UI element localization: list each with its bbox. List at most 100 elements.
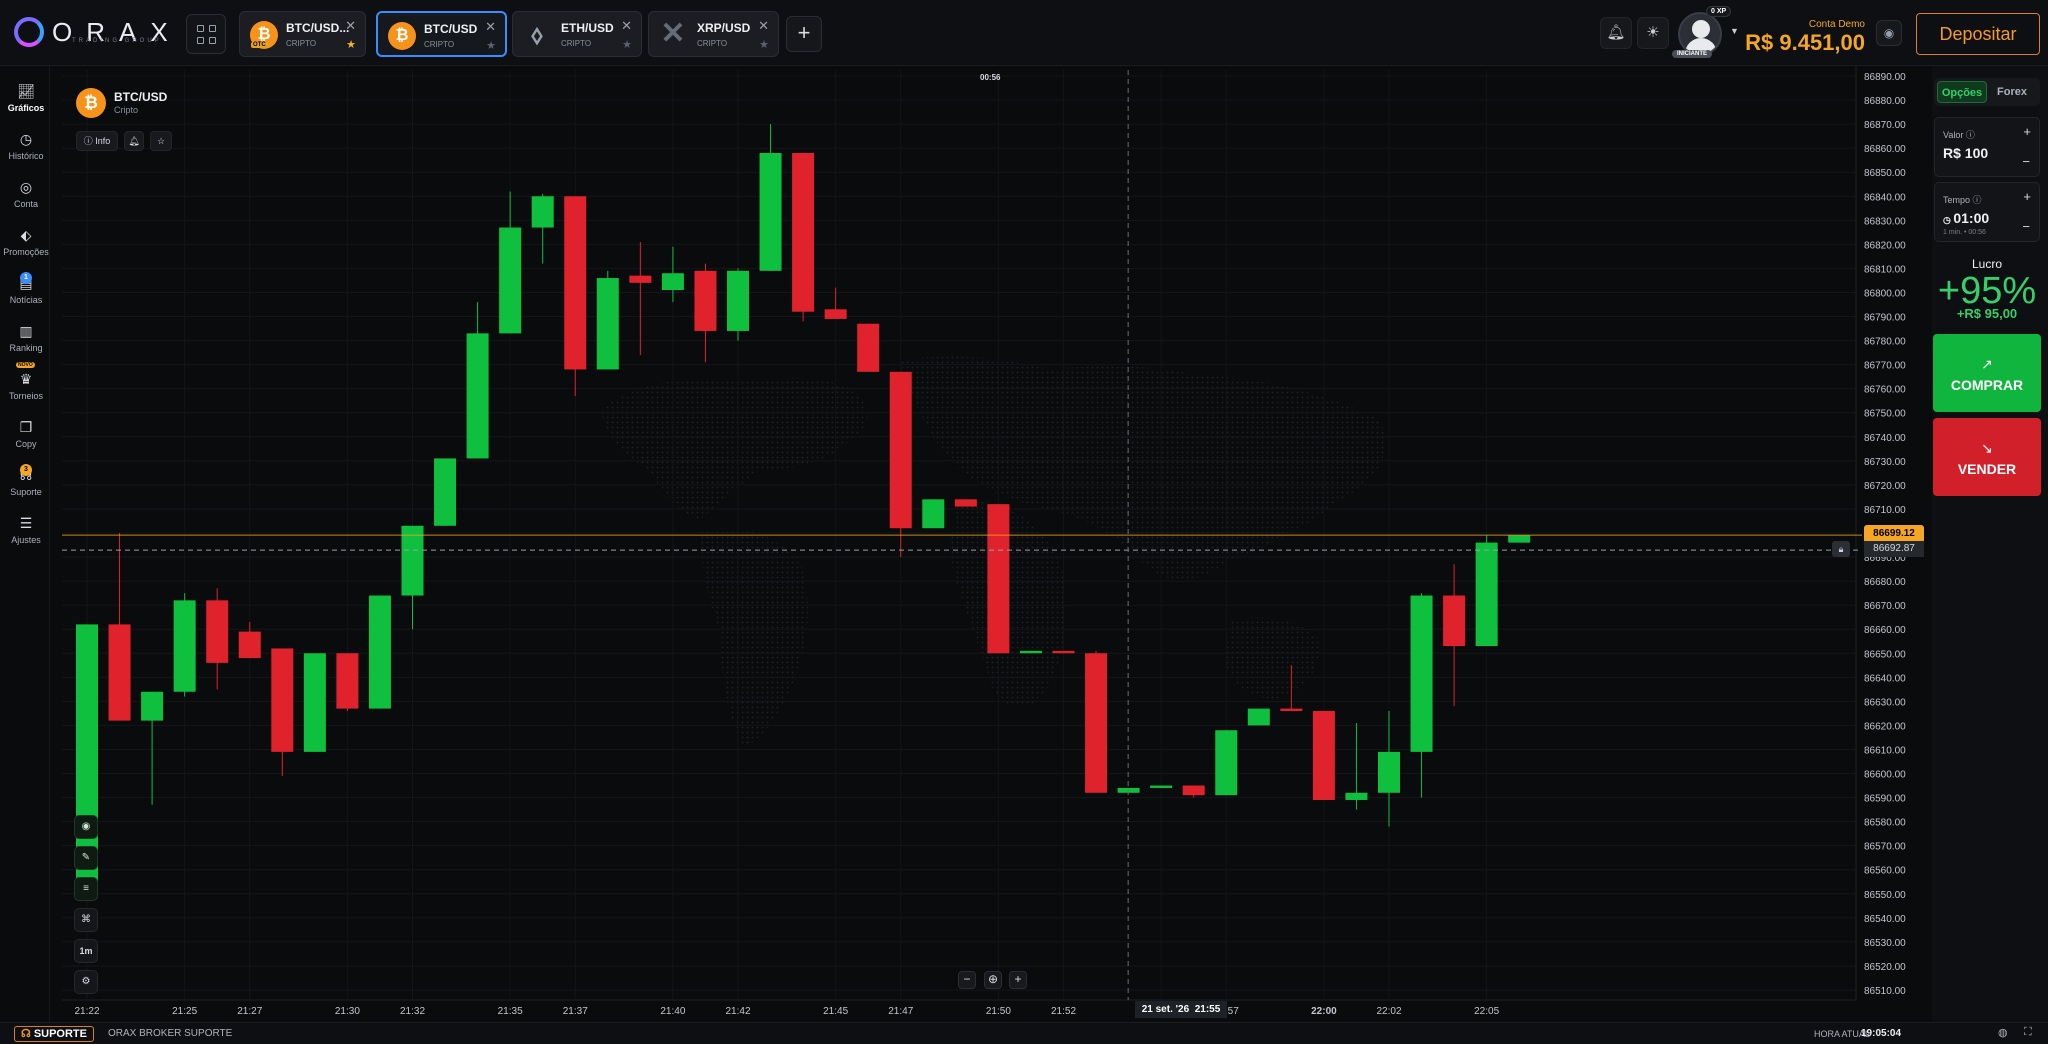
favorite-star-icon[interactable]: ☆ <box>150 131 172 151</box>
amount-value[interactable]: R$ 100 <box>1943 145 1988 161</box>
sell-button[interactable]: ↘ VENDER <box>1933 418 2041 496</box>
chart-gridlines <box>62 66 1857 1001</box>
indicators-icon[interactable]: ◉ <box>74 815 98 839</box>
info-button[interactable]: ⓘ Info <box>76 131 118 151</box>
market-type-toggle: Opções Forex <box>1934 78 2040 106</box>
recenter-icon[interactable]: ⊕ <box>984 971 1002 989</box>
signals-icon[interactable]: ≡ <box>74 877 98 901</box>
candle-body <box>531 196 554 228</box>
candle <box>531 193 554 264</box>
candle-body <box>1312 710 1335 800</box>
candle-body <box>1280 708 1303 711</box>
candle <box>499 191 522 334</box>
candle <box>1247 708 1270 726</box>
amount-decrease-button[interactable]: − <box>2022 154 2030 169</box>
support-button[interactable]: ☊ SUPORTE <box>14 1026 94 1042</box>
tab-opcoes[interactable]: Opções <box>1937 81 1987 103</box>
candle <box>629 241 652 356</box>
price-tick-label: 86860.00 <box>1864 144 1906 155</box>
candle-body <box>857 323 880 372</box>
candle <box>792 152 815 322</box>
price-tick-label: 86520.00 <box>1864 962 1906 973</box>
candle-type-icon[interactable]: ⌘ <box>74 908 98 932</box>
candle <box>108 533 131 721</box>
candle <box>466 302 489 459</box>
help-icon: ⓘ <box>1972 195 1982 205</box>
candle <box>336 653 359 711</box>
candle <box>206 588 229 690</box>
candle-body <box>694 270 717 331</box>
candle-body <box>499 227 522 334</box>
price-tick-label: 86850.00 <box>1864 168 1906 179</box>
candle-body <box>336 653 359 709</box>
time-tick-label: 21:30 <box>335 1006 360 1017</box>
time-label: Tempo ⓘ <box>1943 195 1982 205</box>
candle-body <box>271 648 294 752</box>
buy-button[interactable]: ↗ COMPRAR <box>1933 334 2041 412</box>
time-tick-label: 22:05 <box>1474 1006 1499 1017</box>
time-tick-label: 21:45 <box>823 1006 848 1017</box>
candle <box>173 593 196 697</box>
candle-body <box>922 499 945 529</box>
candle <box>889 371 912 558</box>
zoom-in-button[interactable]: + <box>1009 971 1027 989</box>
time-tick-label: 21:27 <box>237 1006 262 1017</box>
price-tick-label: 86870.00 <box>1864 120 1906 131</box>
time-tick-label: 21:35 <box>498 1006 523 1017</box>
tab-forex[interactable]: Forex <box>1987 81 2037 103</box>
candle <box>1052 650 1075 654</box>
trend-up-icon: ↗ <box>1981 356 1993 372</box>
timeframe-button[interactable]: 1m <box>74 939 98 963</box>
candle <box>987 504 1010 654</box>
crosshair-date: 21 set. '26 <box>1141 1004 1190 1015</box>
candle <box>303 653 326 752</box>
time-axis: 21:22 21:25 21:27 21:30 21:32 21:35 21:37 21:40… <box>74 1006 1499 1017</box>
support-text[interactable]: ORAX BROKER SUPORTE <box>108 1028 232 1039</box>
profit-label: Lucro <box>1971 257 2003 271</box>
footer-bar: ☊ SUPORTE ORAX BROKER SUPORTE HORA ATUAL… <box>0 1022 2048 1044</box>
time-tick-label: 21:42 <box>725 1006 750 1017</box>
candle <box>954 499 977 507</box>
candle-body <box>238 631 261 659</box>
candle-body <box>108 624 131 721</box>
headset-icon: ☊ <box>20 1028 34 1040</box>
price-tick-label: 86790.00 <box>1864 313 1906 324</box>
time-tick-label: 21:47 <box>888 1006 913 1017</box>
price-tick-label: 86570.00 <box>1864 842 1906 853</box>
lock-icon[interactable]: 🔒︎ <box>1832 541 1850 557</box>
candle-body <box>954 499 977 507</box>
price-tick-label: 86650.00 <box>1864 649 1906 660</box>
amount-increase-button[interactable]: + <box>2023 124 2031 139</box>
time-field[interactable]: Tempo ⓘ ◷ 01:00 + − 1 min. • 00:56 <box>1934 182 2040 242</box>
candle-body <box>141 691 164 721</box>
time-tick-label: 22:02 <box>1376 1006 1401 1017</box>
chart-settings-icon[interactable]: ⚙︎ <box>74 970 98 994</box>
info-icon: ⓘ <box>83 136 96 146</box>
price-chart[interactable]: 86890.00 86880.00 86870.00 86860.00 86850.00… <box>0 0 2048 1044</box>
drawing-tools-icon[interactable]: ✎ <box>74 846 98 870</box>
price-tick-label: 86800.00 <box>1864 288 1906 299</box>
candle-body <box>1019 650 1042 654</box>
price-tick-label: 86840.00 <box>1864 192 1906 203</box>
candle-body <box>1475 542 1498 647</box>
candle-body <box>1410 595 1433 752</box>
price-tick-label: 86720.00 <box>1864 481 1906 492</box>
candle-body <box>1085 653 1108 793</box>
time-value[interactable]: ◷ 01:00 <box>1943 210 1989 226</box>
zoom-out-button[interactable]: − <box>958 971 976 989</box>
candle-body <box>173 600 196 692</box>
time-tick-label: 21:52 <box>1051 1006 1076 1017</box>
price-tick-label: 86600.00 <box>1864 770 1906 781</box>
candle-body <box>792 152 815 312</box>
candle-body <box>1378 751 1400 793</box>
info-label: Info <box>95 136 111 146</box>
fullscreen-icon[interactable]: ⛶ <box>2024 1026 2032 1039</box>
time-tick-label: 21:37 <box>563 1006 588 1017</box>
globe-icon[interactable]: ◍ <box>1998 1026 2008 1039</box>
amount-field[interactable]: Valor ⓘ R$ 100 + − <box>1934 117 2040 177</box>
time-decrease-button[interactable]: − <box>2022 219 2030 234</box>
candle-body <box>759 152 782 271</box>
alert-bell-icon[interactable]: 🔔︎ <box>124 131 144 151</box>
time-increase-button[interactable]: + <box>2023 189 2031 204</box>
candle <box>141 691 164 805</box>
